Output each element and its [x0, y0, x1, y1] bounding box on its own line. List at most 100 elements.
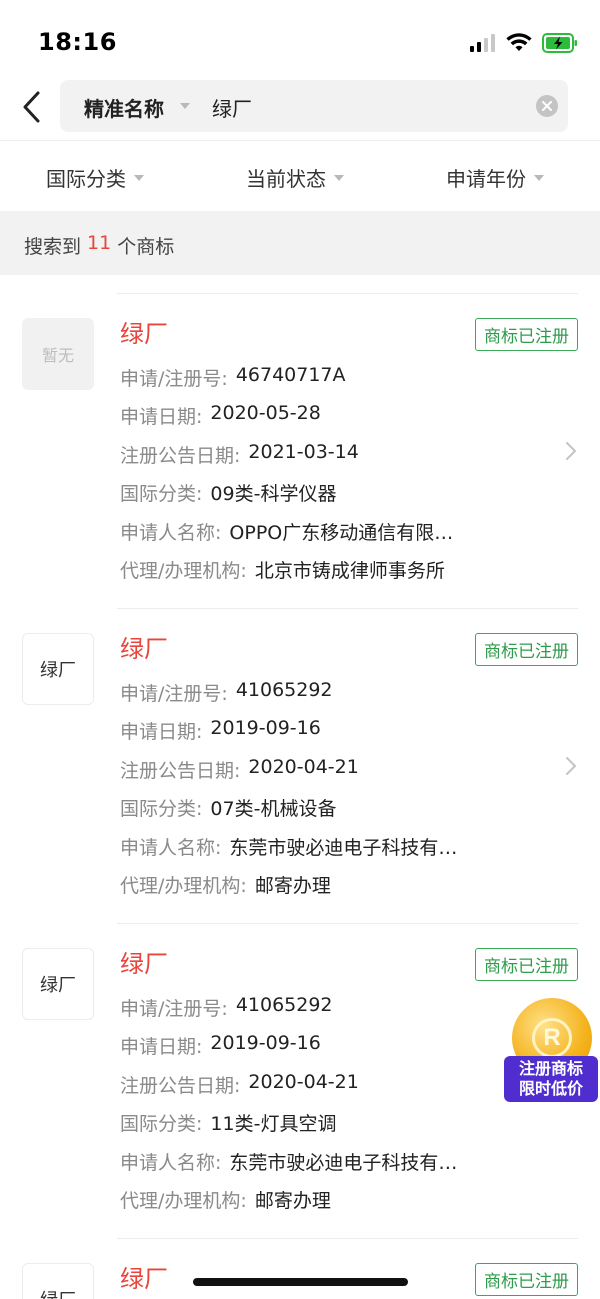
field-label: 注册公告日期: — [120, 445, 241, 467]
result-prefix: 搜索到 — [24, 236, 82, 258]
field-label: 申请/注册号: — [120, 998, 228, 1020]
field-label: 国际分类: — [120, 483, 203, 505]
field-value: 41065292 — [235, 679, 333, 701]
close-icon — [542, 101, 552, 111]
search-mode-selector[interactable]: 精准名称 — [84, 93, 164, 122]
trademark-name: 绿厂 — [120, 1265, 168, 1293]
field-registration-number: 申请/注册号: 41065292 — [120, 679, 333, 706]
filter-label: 申请年份 — [446, 167, 526, 191]
trademark-thumbnail: 绿厂 — [22, 633, 94, 705]
field-international-class: 国际分类: 09类-科学仪器 — [120, 479, 336, 506]
field-label: 申请日期: — [120, 406, 203, 428]
status-badge: 商标已注册 — [475, 1263, 578, 1296]
field-value: 2020-04-21 — [248, 1071, 359, 1093]
search-row: 精准名称 绿厂 — [0, 80, 600, 140]
field-registration-number: 申请/注册号: 41065292 — [120, 994, 333, 1021]
promo-label: 注册商标 限时低价 — [504, 1056, 598, 1102]
back-button[interactable] — [14, 86, 50, 128]
result-summary: 搜索到 11 个商标 — [24, 232, 174, 259]
chevron-right-icon — [566, 442, 576, 460]
field-agency: 代理/办理机构: 北京市铸成律师事务所 — [120, 556, 445, 583]
filter-current-status[interactable]: 当前状态 — [246, 163, 344, 192]
field-applicant: 申请人名称: OPPO广东移动通信有限… — [120, 518, 453, 545]
chevron-left-icon — [23, 91, 40, 123]
field-registration-number: 申请/注册号: 46740717A — [120, 364, 346, 391]
battery-icon — [542, 33, 577, 53]
field-value: 09类-科学仪器 — [210, 483, 337, 505]
filter-international-class[interactable]: 国际分类 — [46, 163, 144, 192]
field-value: OPPO广东移动通信有限… — [229, 522, 454, 544]
home-indicator — [193, 1278, 408, 1286]
field-label: 国际分类: — [120, 1113, 203, 1135]
status-badge: 商标已注册 — [475, 948, 578, 981]
result-summary-bar: 搜索到 11 个商标 — [0, 211, 600, 275]
field-value: 北京市铸成律师事务所 — [254, 560, 445, 582]
field-announcement-date: 注册公告日期: 2020-04-21 — [120, 756, 359, 783]
search-input[interactable]: 绿厂 — [212, 93, 252, 122]
field-value: 邮寄办理 — [254, 875, 331, 897]
register-trademark-promo[interactable]: R 注册商标 限时低价 — [502, 996, 598, 1108]
field-value: 2021-03-14 — [248, 441, 359, 463]
status-time: 18:16 — [38, 28, 117, 56]
status-badge: 商标已注册 — [475, 318, 578, 351]
field-label: 申请/注册号: — [120, 368, 228, 390]
caret-down-icon — [334, 174, 344, 181]
filter-label: 当前状态 — [246, 167, 326, 191]
trademark-thumbnail: 暂无 — [22, 318, 94, 390]
field-application-date: 申请日期: 2019-09-16 — [120, 717, 321, 744]
promo-line1: 注册商标 — [518, 1059, 583, 1078]
field-label: 国际分类: — [120, 798, 203, 820]
trademark-name: 绿厂 — [120, 635, 168, 663]
field-value: 46740717A — [235, 364, 346, 386]
field-announcement-date: 注册公告日期: 2020-04-21 — [120, 1071, 359, 1098]
trademark-card[interactable]: 暂无 绿厂 商标已注册 申请/注册号: 46740717A 申请日期: 2020… — [0, 294, 600, 609]
search-box[interactable]: 精准名称 绿厂 — [60, 80, 568, 132]
field-applicant: 申请人名称: 东莞市驶必迪电子科技有… — [120, 833, 457, 860]
field-value: 2019-09-16 — [210, 717, 321, 739]
field-value: 2019-09-16 — [210, 1032, 321, 1054]
field-agency: 代理/办理机构: 邮寄办理 — [120, 871, 331, 898]
field-value: 07类-机械设备 — [210, 798, 337, 820]
filter-bar: 国际分类 当前状态 申请年份 — [0, 141, 600, 211]
trademark-card[interactable]: 绿厂 绿厂 商标已注册 申请/注册号: 41065292 申请日期: 2019-… — [0, 609, 600, 924]
field-application-date: 申请日期: 2020-05-28 — [120, 402, 321, 429]
field-label: 代理/办理机构: — [120, 560, 247, 582]
registered-symbol: R — [532, 1018, 572, 1058]
promo-line2: 限时低价 — [518, 1079, 583, 1098]
caret-down-icon — [134, 174, 144, 181]
field-label: 申请人名称: — [120, 522, 222, 544]
field-label: 注册公告日期: — [120, 1075, 241, 1097]
field-announcement-date: 注册公告日期: 2021-03-14 — [120, 441, 359, 468]
trademark-name: 绿厂 — [120, 950, 168, 978]
field-label: 申请日期: — [120, 1036, 203, 1058]
field-value: 邮寄办理 — [254, 1190, 331, 1212]
field-label: 代理/办理机构: — [120, 1190, 247, 1212]
trademark-card[interactable]: 绿厂 绿厂 商标已注册 — [0, 1239, 600, 1299]
field-applicant: 申请人名称: 东莞市驶必迪电子科技有… — [120, 1148, 457, 1175]
field-value: 41065292 — [235, 994, 333, 1016]
field-value: 11类-灯具空调 — [210, 1113, 337, 1135]
trademark-name: 绿厂 — [120, 320, 168, 348]
caret-down-icon — [534, 174, 544, 181]
field-label: 申请人名称: — [120, 1152, 222, 1174]
field-international-class: 国际分类: 11类-灯具空调 — [120, 1109, 336, 1136]
trademark-thumbnail: 绿厂 — [22, 948, 94, 1020]
status-bar: 18:16 — [0, 0, 600, 80]
field-label: 代理/办理机构: — [120, 875, 247, 897]
field-international-class: 国际分类: 07类-机械设备 — [120, 794, 336, 821]
clear-search-button[interactable] — [536, 95, 558, 117]
result-count: 11 — [87, 232, 112, 254]
wifi-icon — [506, 33, 532, 51]
trademark-thumbnail: 绿厂 — [22, 1263, 94, 1299]
field-value: 2020-05-28 — [210, 402, 321, 424]
filter-label: 国际分类 — [46, 167, 126, 191]
caret-down-icon — [180, 103, 190, 109]
field-agency: 代理/办理机构: 邮寄办理 — [120, 1186, 331, 1213]
filter-application-year[interactable]: 申请年份 — [446, 163, 544, 192]
field-label: 申请/注册号: — [120, 683, 228, 705]
field-value: 东莞市驶必迪电子科技有… — [229, 1152, 458, 1174]
field-value: 东莞市驶必迪电子科技有… — [229, 837, 458, 859]
chevron-right-icon — [566, 757, 576, 775]
field-value: 2020-04-21 — [248, 756, 359, 778]
field-label: 申请日期: — [120, 721, 203, 743]
